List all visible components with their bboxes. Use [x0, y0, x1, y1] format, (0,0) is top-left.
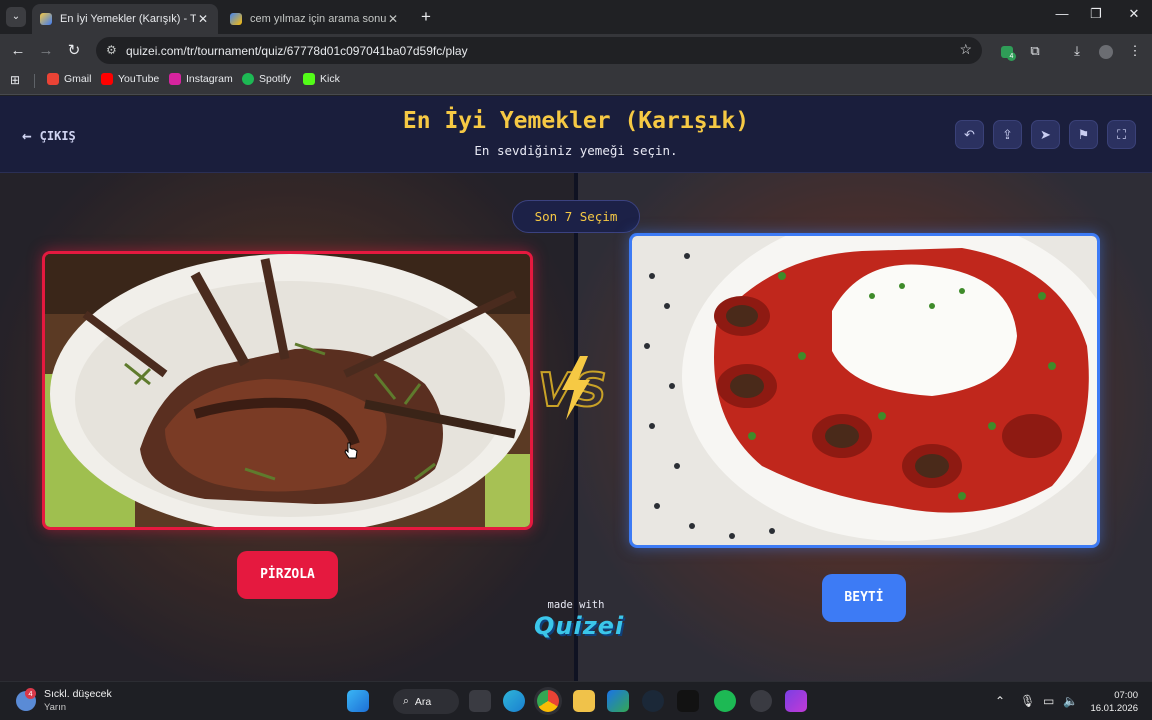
apps-grid-icon[interactable]: ⊞ — [10, 73, 20, 87]
youtube-icon — [101, 73, 113, 85]
new-tab-button[interactable]: + — [416, 7, 436, 27]
quizei-favicon-icon — [40, 13, 52, 25]
beyti-kebab-image — [632, 236, 1097, 545]
weather-icon: 4 — [16, 687, 36, 711]
bookmarks-bar: ⊞ Gmail YouTube Instagram Spotify Kick — [0, 67, 1152, 95]
clock-date: 16.01.2026 — [1090, 703, 1138, 714]
file-explorer-icon[interactable] — [573, 690, 595, 712]
discord-icon[interactable] — [750, 690, 772, 712]
send-icon: ➤ — [1040, 127, 1051, 142]
lamb-chops-image — [45, 254, 530, 527]
tray-chevron-icon[interactable]: ⌃ — [995, 694, 1005, 708]
quiz-header: ← ÇIKIŞ En İyi Yemekler (Karışık) En sev… — [0, 96, 1152, 173]
tab-inactive[interactable]: cem yılmaz için arama sonuçları ✕ — [222, 4, 408, 34]
store-icon[interactable] — [607, 690, 629, 712]
close-window-icon[interactable]: ✕ — [1124, 6, 1144, 22]
google-favicon-icon — [230, 13, 242, 25]
menu-kebab-icon[interactable]: ⋮ — [1126, 42, 1144, 60]
bookmark-label: Kick — [320, 73, 340, 85]
system-clock[interactable]: 07:00 16.01.2026 — [1090, 689, 1138, 715]
url-text: quizei.com/tr/tournament/quiz/67778d01c0… — [126, 44, 468, 58]
downloads-icon[interactable]: ⤓ — [1068, 42, 1086, 60]
close-tab-icon[interactable]: ✕ — [196, 12, 210, 26]
edge-icon[interactable] — [503, 690, 525, 712]
search-icon: ⌕ — [403, 695, 409, 707]
tab-title: cem yılmaz için arama sonuçları — [250, 13, 386, 25]
taskbar-search[interactable]: ⌕ Ara — [393, 689, 459, 714]
bookmark-label: Gmail — [64, 73, 92, 85]
bookmark-star-icon[interactable]: ☆ — [959, 41, 972, 58]
spotify-taskbar-icon[interactable] — [714, 690, 736, 712]
divider — [34, 74, 35, 88]
steam-icon[interactable] — [642, 690, 664, 712]
bookmark-label: YouTube — [118, 73, 160, 85]
right-choice-image[interactable] — [629, 233, 1100, 548]
share-icon: ⇪ — [1002, 127, 1013, 142]
bookmark-instagram[interactable]: Instagram — [169, 73, 233, 85]
undo-icon: ↶ — [964, 127, 975, 142]
extension-badge: 4 — [1007, 52, 1016, 61]
instagram-icon — [169, 73, 181, 85]
bookmark-kick[interactable]: Kick — [303, 73, 340, 85]
weather-widget[interactable]: 4 Sıckl. düşecek Yarın — [16, 687, 112, 713]
close-tab-icon[interactable]: ✕ — [386, 12, 400, 26]
send-button[interactable]: ➤ — [1031, 120, 1060, 149]
bookmark-label: Spotify — [259, 73, 292, 85]
back-arrow-icon[interactable]: ← — [8, 41, 28, 61]
microphone-icon[interactable]: 🎙 — [1020, 694, 1035, 708]
made-with-label: made with — [547, 599, 605, 611]
bookmark-label: Instagram — [186, 73, 233, 85]
hand-cursor-icon — [344, 442, 358, 459]
chrome-icon[interactable] — [537, 690, 559, 712]
browser-toolbar: ← → ↻ ⚙ quizei.com/tr/tournament/quiz/67… — [0, 34, 1152, 67]
spotify-icon — [242, 73, 254, 85]
share-button[interactable]: ⇪ — [993, 120, 1022, 149]
task-view-icon[interactable] — [469, 690, 491, 712]
quizei-logo[interactable]: Quizei — [534, 612, 623, 640]
restore-icon[interactable]: ❐ — [1086, 6, 1106, 22]
windows-start-icon[interactable] — [347, 690, 369, 712]
tab-title: En İyi Yemekler (Karışık) - Tier Li — [60, 13, 196, 25]
flag-icon: ⚑ — [1077, 127, 1090, 142]
versus-icon: VS — [537, 356, 608, 420]
quiz-page: ← ÇIKIŞ En İyi Yemekler (Karışık) En sev… — [0, 96, 1152, 681]
extensions-puzzle-icon[interactable]: ⧉ — [1026, 42, 1044, 60]
network-icon[interactable]: ▭ — [1043, 694, 1054, 708]
bookmark-youtube[interactable]: YouTube — [101, 73, 159, 85]
gmail-icon — [47, 73, 59, 85]
tab-search-button[interactable]: ⌄ — [6, 7, 26, 27]
fullscreen-icon: ⛶ — [1116, 127, 1127, 142]
choice-button-left[interactable]: PİRZOLA — [237, 551, 338, 599]
search-label: Ara — [414, 695, 432, 708]
clipchamp-icon[interactable] — [785, 690, 807, 712]
fullscreen-button[interactable]: ⛶ — [1107, 120, 1136, 149]
minimize-icon[interactable]: — — [1052, 6, 1072, 21]
forward-arrow-icon[interactable]: → — [36, 41, 56, 61]
bookmark-gmail[interactable]: Gmail — [47, 73, 91, 85]
left-choice-image[interactable] — [42, 251, 533, 530]
choice-button-right[interactable]: BEYTİ — [822, 574, 906, 622]
undo-button[interactable]: ↶ — [955, 120, 984, 149]
kick-icon — [303, 73, 315, 85]
volume-icon[interactable]: 🔈 — [1063, 694, 1078, 708]
weather-title: Sıckl. düşecek — [44, 688, 112, 700]
weather-subtitle: Yarın — [44, 702, 67, 713]
site-info-icon[interactable]: ⚙ — [106, 43, 117, 57]
profile-avatar[interactable] — [1097, 42, 1115, 60]
reload-icon[interactable]: ↻ — [64, 41, 84, 61]
windows-taskbar: 4 Sıckl. düşecek Yarın ⌕ Ara ⌃ 🎙 ▭ 🔈 07:… — [0, 681, 1152, 720]
address-bar[interactable]: ⚙ quizei.com/tr/tournament/quiz/67778d01… — [96, 37, 982, 64]
bookmark-spotify[interactable]: Spotify — [242, 73, 291, 85]
report-button[interactable]: ⚑ — [1069, 120, 1098, 149]
tab-strip: ⌄ En İyi Yemekler (Karışık) - Tier Li ✕ … — [0, 0, 1152, 34]
weather-badge: 4 — [25, 687, 36, 699]
round-indicator: Son 7 Seçim — [512, 200, 640, 233]
tab-active[interactable]: En İyi Yemekler (Karışık) - Tier Li ✕ — [32, 4, 218, 34]
epic-games-icon[interactable] — [677, 690, 699, 712]
clock-time: 07:00 — [1114, 690, 1138, 701]
